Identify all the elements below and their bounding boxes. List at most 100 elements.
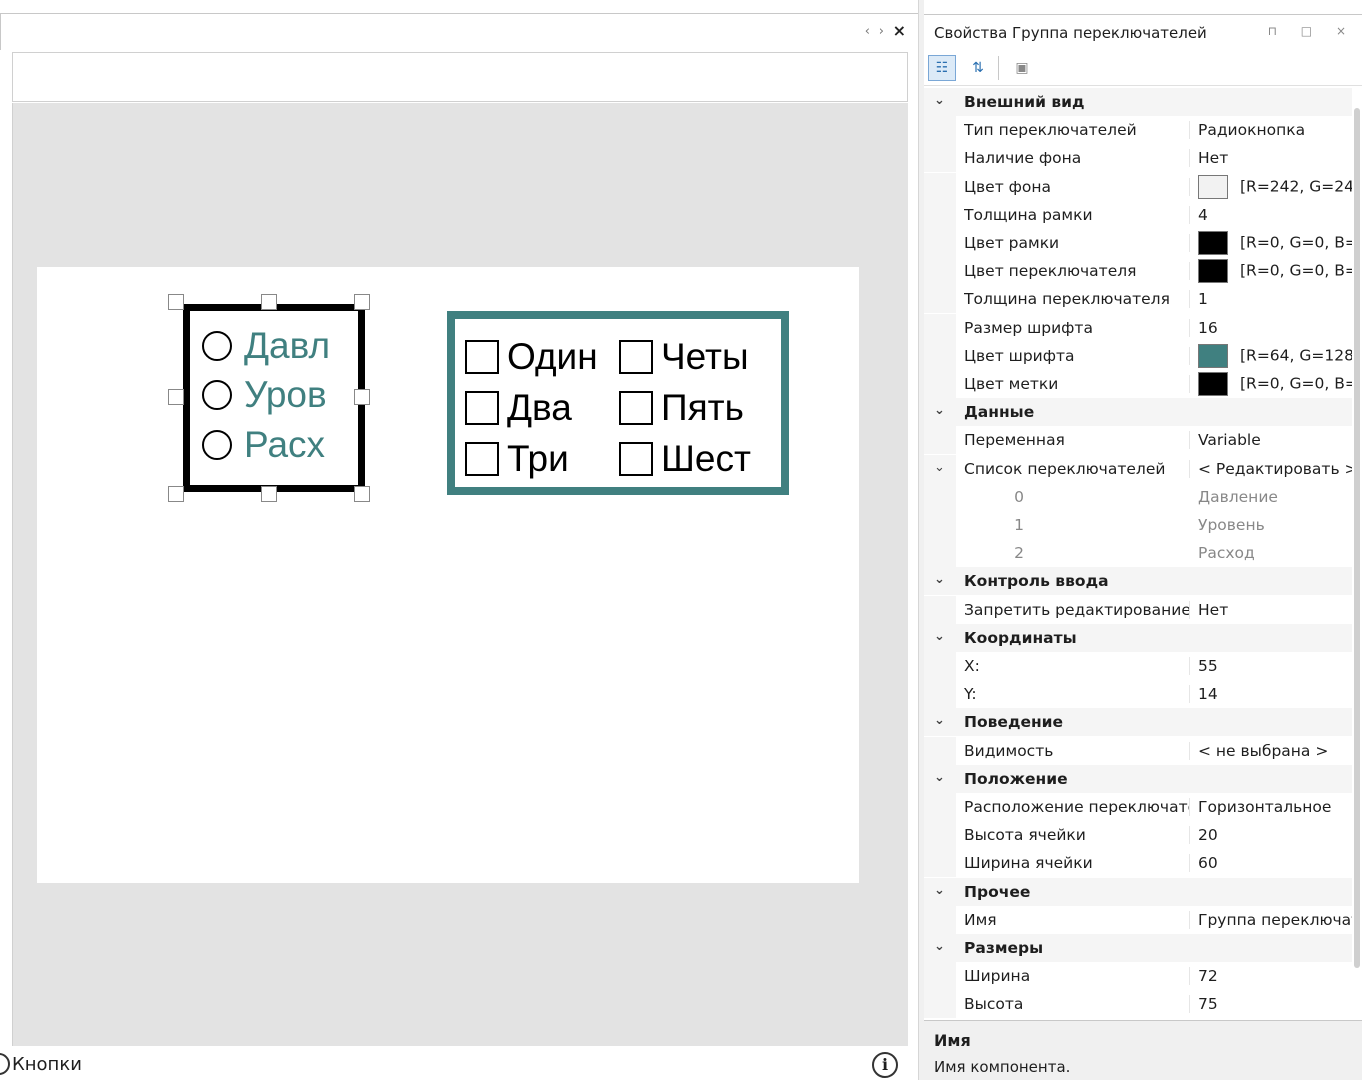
property-row[interactable]: Цвет рамки [R=0, G=0, B= bbox=[924, 229, 1352, 257]
property-value[interactable]: 72 bbox=[1198, 967, 1352, 985]
chevron-down-icon[interactable]: ⌄ bbox=[934, 403, 945, 418]
category-row[interactable]: ⌄ Координаты bbox=[924, 623, 1352, 652]
resize-handle-w[interactable] bbox=[168, 389, 184, 405]
property-value[interactable]: 75 bbox=[1198, 995, 1352, 1013]
property-row[interactable]: Цвет фона [R=242, G=242 bbox=[924, 172, 1352, 201]
property-row[interactable]: Высота ячейки 20 bbox=[924, 821, 1352, 850]
property-value[interactable]: 1 bbox=[1198, 290, 1352, 308]
chevron-down-icon[interactable]: ⌄ bbox=[934, 713, 945, 728]
category-row[interactable]: ⌄ Прочее bbox=[924, 877, 1352, 906]
radio-group-widget[interactable]: Давл Уров Расх bbox=[183, 304, 365, 492]
category-row[interactable]: ⌄ Внешний вид bbox=[924, 88, 1352, 116]
design-canvas[interactable]: Давл Уров Расх Один Два Три Четы Пять Ше… bbox=[37, 267, 859, 883]
category-row[interactable]: ⌄ Контроль ввода bbox=[924, 567, 1352, 596]
property-pages-icon[interactable]: ▣ bbox=[1008, 55, 1036, 81]
property-row[interactable]: Видимость < не выбрана > bbox=[924, 736, 1352, 765]
property-value[interactable]: [R=0, G=0, B= bbox=[1198, 372, 1352, 396]
property-value[interactable]: 20 bbox=[1198, 826, 1352, 844]
property-row[interactable]: Толщина переключателя 1 bbox=[924, 285, 1352, 314]
property-value[interactable]: < Редактировать > bbox=[1198, 460, 1352, 478]
scroll-right-icon[interactable]: › bbox=[879, 24, 884, 39]
scroll-left-icon[interactable]: ‹ bbox=[865, 24, 870, 39]
chevron-down-icon[interactable]: ⌄ bbox=[934, 93, 945, 108]
checkbox-item[interactable]: Четы bbox=[619, 335, 749, 379]
category-row[interactable]: ⌄ Размеры bbox=[924, 934, 1352, 962]
property-value[interactable]: Группа переключателей bbox=[1198, 911, 1352, 929]
property-row[interactable]: Толщина рамки 4 bbox=[924, 200, 1352, 229]
close-icon[interactable]: × bbox=[893, 21, 906, 40]
vertical-scrollbar[interactable] bbox=[1352, 88, 1362, 1020]
radio-item[interactable]: Уров bbox=[202, 374, 327, 416]
sort-alphabetical-icon[interactable]: ⇅ bbox=[964, 55, 992, 81]
chevron-down-icon[interactable]: ⌄ bbox=[934, 939, 945, 954]
list-item-row[interactable]: 0 Давление bbox=[924, 482, 1352, 511]
list-item-row[interactable]: 1 Уровень bbox=[924, 511, 1352, 539]
list-item-row[interactable]: 2 Расход bbox=[924, 539, 1352, 568]
property-value[interactable]: [R=242, G=242 bbox=[1198, 174, 1352, 199]
property-value[interactable]: [R=64, G=128, bbox=[1198, 343, 1352, 368]
info-icon[interactable]: i bbox=[872, 1052, 898, 1078]
property-row[interactable]: ⌄ Список переключателей < Редактировать > bbox=[924, 454, 1352, 483]
chevron-down-icon[interactable]: ⌄ bbox=[934, 883, 945, 898]
resize-handle-ne[interactable] bbox=[354, 294, 370, 310]
categorized-view-icon[interactable]: ☷ bbox=[928, 55, 956, 81]
property-row[interactable]: Ширина 72 bbox=[924, 962, 1352, 991]
property-row[interactable]: Цвет метки [R=0, G=0, B= bbox=[924, 370, 1352, 398]
property-value[interactable]: < не выбрана > bbox=[1198, 742, 1352, 760]
property-row[interactable]: Имя Группа переключателей bbox=[924, 905, 1352, 934]
radio-item[interactable]: Давл bbox=[202, 325, 330, 367]
checkbox-item[interactable]: Пять bbox=[619, 386, 744, 430]
checkbox-item[interactable]: Шест bbox=[619, 437, 751, 481]
resize-handle-n[interactable] bbox=[261, 294, 277, 310]
radio-item[interactable]: Расх bbox=[202, 424, 325, 466]
property-row[interactable]: Наличие фона Нет bbox=[924, 144, 1352, 173]
property-value[interactable]: Нет bbox=[1198, 149, 1352, 167]
checkbox-group-widget[interactable]: Один Два Три Четы Пять Шест bbox=[447, 311, 789, 495]
chevron-down-icon[interactable]: ⌄ bbox=[934, 460, 945, 475]
category-row[interactable]: ⌄ Данные bbox=[924, 398, 1352, 427]
property-row[interactable]: Запретить редактирование Нет bbox=[924, 595, 1352, 624]
list-value[interactable]: Давление bbox=[1198, 488, 1352, 506]
property-row[interactable]: Тип переключателей Радиокнопка bbox=[924, 116, 1352, 145]
chevron-down-icon[interactable]: ⌄ bbox=[934, 572, 945, 587]
property-row[interactable]: X: 55 bbox=[924, 652, 1352, 680]
property-value[interactable]: Радиокнопка bbox=[1198, 121, 1352, 139]
property-value[interactable]: 60 bbox=[1198, 854, 1352, 872]
category-row[interactable]: ⌄ Положение bbox=[924, 764, 1352, 793]
property-row[interactable]: Высота 75 bbox=[924, 990, 1352, 1019]
resize-handle-sw[interactable] bbox=[168, 486, 184, 502]
property-value[interactable]: 4 bbox=[1198, 206, 1352, 224]
checkbox-item[interactable]: Один bbox=[465, 335, 598, 379]
checkbox-item[interactable]: Два bbox=[465, 386, 572, 430]
property-value[interactable]: 14 bbox=[1198, 685, 1352, 703]
property-value[interactable]: [R=0, G=0, B= bbox=[1198, 259, 1352, 284]
property-value[interactable]: Нет bbox=[1198, 601, 1352, 619]
description-title: Имя bbox=[934, 1031, 971, 1050]
property-row[interactable]: Y: 14 bbox=[924, 680, 1352, 709]
property-value-text: [R=242, G=242 bbox=[1240, 177, 1352, 196]
chevron-down-icon[interactable]: ⌄ bbox=[934, 629, 945, 644]
pin-icon[interactable]: ⊓ □ × bbox=[1268, 24, 1356, 38]
property-value[interactable]: Variable bbox=[1198, 431, 1352, 449]
property-value[interactable]: [R=0, G=0, B= bbox=[1198, 231, 1352, 255]
property-row[interactable]: Цвет переключателя [R=0, G=0, B= bbox=[924, 257, 1352, 286]
property-value[interactable]: 16 bbox=[1198, 319, 1352, 337]
list-value[interactable]: Уровень bbox=[1198, 516, 1352, 534]
resize-handle-e[interactable] bbox=[354, 389, 370, 405]
checkbox-item[interactable]: Три bbox=[465, 437, 569, 481]
resize-handle-nw[interactable] bbox=[168, 294, 184, 310]
resize-handle-s[interactable] bbox=[261, 486, 277, 502]
chevron-down-icon[interactable]: ⌄ bbox=[934, 770, 945, 785]
property-row[interactable]: Цвет шрифта [R=64, G=128, bbox=[924, 341, 1352, 370]
property-value[interactable]: Горизонтальное bbox=[1198, 798, 1352, 816]
checkbox-label: Пять bbox=[661, 387, 744, 428]
property-row[interactable]: Размер шрифта 16 bbox=[924, 313, 1352, 342]
resize-handle-se[interactable] bbox=[354, 486, 370, 502]
property-row[interactable]: Ширина ячейки 60 bbox=[924, 849, 1352, 878]
category-row[interactable]: ⌄ Поведение bbox=[924, 708, 1352, 737]
scrollbar-thumb[interactable] bbox=[1354, 108, 1360, 968]
property-row[interactable]: Переменная Variable bbox=[924, 426, 1352, 455]
property-row[interactable]: Расположение переключателей Горизонтально… bbox=[924, 793, 1352, 821]
property-value[interactable]: 55 bbox=[1198, 657, 1352, 675]
list-value[interactable]: Расход bbox=[1198, 544, 1352, 562]
